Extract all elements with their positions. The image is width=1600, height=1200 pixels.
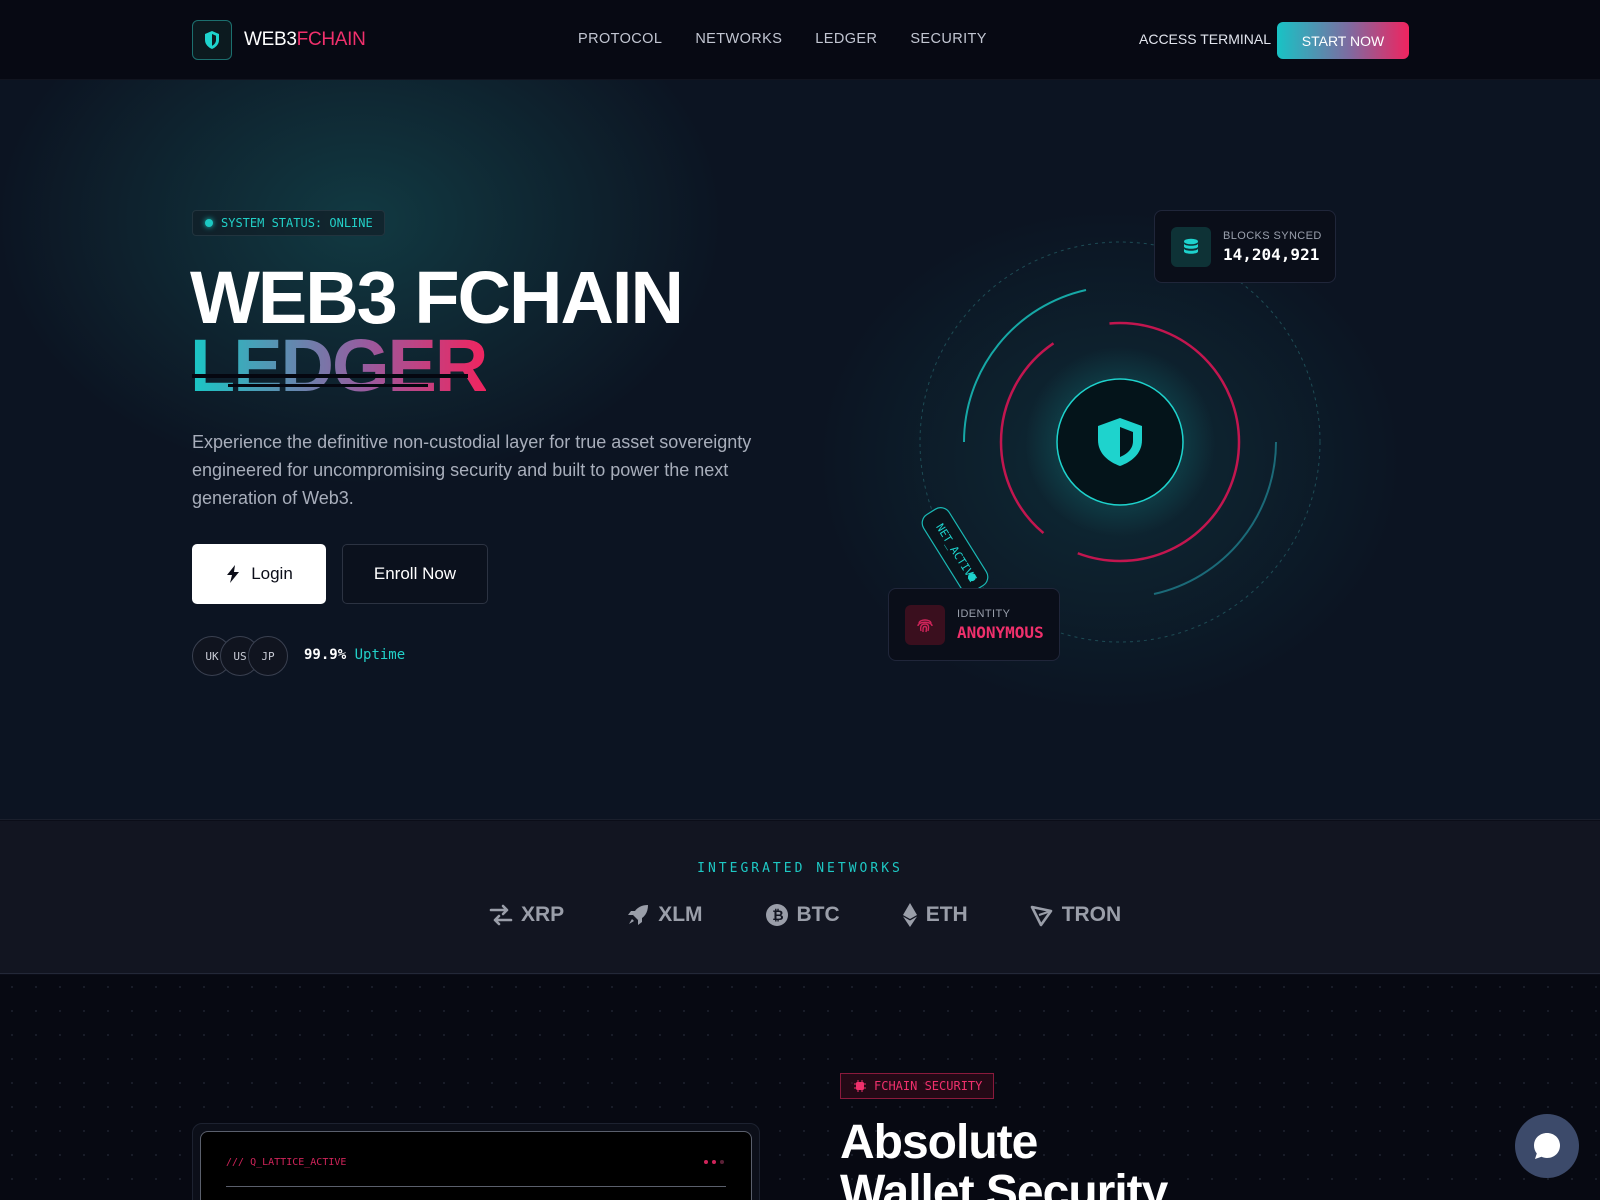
tron-icon <box>1030 905 1052 927</box>
network-btc-label: BTC <box>796 903 840 926</box>
region-flags: UK US JP <box>192 636 292 676</box>
security-heading-line1: Absolute <box>840 1116 1038 1169</box>
blocks-synced-card: BLOCKS SYNCED 14,204,921 <box>1154 210 1336 283</box>
security-heading: Absolute Wallet Security <box>840 1116 1168 1200</box>
network-btc[interactable]: ₿ BTC <box>765 903 840 927</box>
nav-links: PROTOCOL NETWORKS LEDGER SECURITY <box>578 31 987 47</box>
security-badge: FCHAIN SECURITY <box>840 1073 994 1099</box>
network-xrp-label: XRP <box>521 903 565 926</box>
security-badge-label: FCHAIN SECURITY <box>874 1079 983 1093</box>
network-tron[interactable]: TRON <box>1030 903 1122 927</box>
networks-title: INTEGRATED NETWORKS <box>697 861 903 876</box>
terminal-dots-icon <box>704 1160 724 1164</box>
login-button-label: Login <box>251 564 293 583</box>
system-status-badge: SYSTEM STATUS: ONLINE <box>192 210 385 236</box>
database-icon <box>1171 226 1211 267</box>
glitch-stripe <box>228 384 428 387</box>
glitch-stripe <box>192 374 468 378</box>
brand-logo-text[interactable]: WEB3FCHAIN <box>244 29 366 51</box>
exchange-arrows-icon <box>489 904 513 926</box>
chip-icon <box>854 1080 866 1092</box>
network-eth-label: ETH <box>925 903 968 926</box>
uptime-label: Uptime <box>354 647 406 663</box>
system-status-text: SYSTEM STATUS: ONLINE <box>221 216 373 230</box>
nav-link-protocol[interactable]: PROTOCOL <box>578 31 662 47</box>
enroll-now-button[interactable]: Enroll Now <box>342 544 488 604</box>
rocket-icon <box>628 905 649 925</box>
login-button[interactable]: Login <box>192 544 326 604</box>
start-now-button[interactable]: START NOW <box>1277 22 1409 59</box>
security-heading-line2: Wallet Security <box>840 1166 1168 1200</box>
svg-text:₿: ₿ <box>772 908 783 924</box>
brand-word-fchain: FCHAIN <box>296 29 366 50</box>
terminal-title: /// Q_LATTICE_ACTIVE <box>226 1157 347 1168</box>
hero-title-line2: LEDGER <box>190 324 488 407</box>
status-dot-icon <box>205 219 213 227</box>
nav-link-security[interactable]: SECURITY <box>910 31 987 47</box>
network-xlm-label: XLM <box>658 903 703 926</box>
chat-button[interactable] <box>1515 1114 1579 1178</box>
nav-link-networks[interactable]: NETWORKS <box>695 31 782 47</box>
network-eth[interactable]: ETH <box>902 903 968 927</box>
flag-jp: JP <box>248 636 288 676</box>
ethereum-icon <box>902 903 917 927</box>
identity-card: IDENTITY ANONYMOUS <box>888 588 1060 661</box>
shield-icon <box>205 31 219 49</box>
nav-link-ledger[interactable]: LEDGER <box>815 31 877 47</box>
hero-description: Experience the definitive non-custodial … <box>192 432 752 508</box>
networks-list: XRP XLM ₿ BTC ETH TRON <box>489 903 1121 927</box>
network-xlm[interactable]: XLM <box>626 903 703 927</box>
integrated-networks-section: INTEGRATED NETWORKS XRP XLM ₿ BTC ETH TR… <box>0 821 1600 974</box>
blocks-synced-value: 14,204,921 <box>1223 244 1320 264</box>
blocks-synced-label: BLOCKS SYNCED <box>1223 229 1322 242</box>
access-terminal-link[interactable]: ACCESS TERMINAL <box>1139 31 1271 47</box>
brand-word-web3: WEB3 <box>244 29 297 50</box>
identity-value: ANONYMOUS <box>957 622 1044 642</box>
terminal-divider <box>226 1186 726 1187</box>
network-tron-label: TRON <box>1061 903 1122 926</box>
uptime-value: 99.9% <box>304 647 347 663</box>
bitcoin-icon: ₿ <box>765 904 788 926</box>
fingerprint-icon <box>905 604 945 645</box>
lightning-bolt-icon <box>227 565 240 583</box>
identity-label: IDENTITY <box>957 607 1011 620</box>
net-active-tag: NET_ACTIVE <box>921 507 989 593</box>
uptime-stat: 99.9% Uptime <box>304 647 405 663</box>
logo-icon[interactable] <box>192 20 232 60</box>
chat-bubble-icon <box>1534 1133 1560 1159</box>
top-navbar: WEB3FCHAIN PROTOCOL NETWORKS LEDGER SECU… <box>0 0 1600 80</box>
network-xrp[interactable]: XRP <box>489 903 564 927</box>
